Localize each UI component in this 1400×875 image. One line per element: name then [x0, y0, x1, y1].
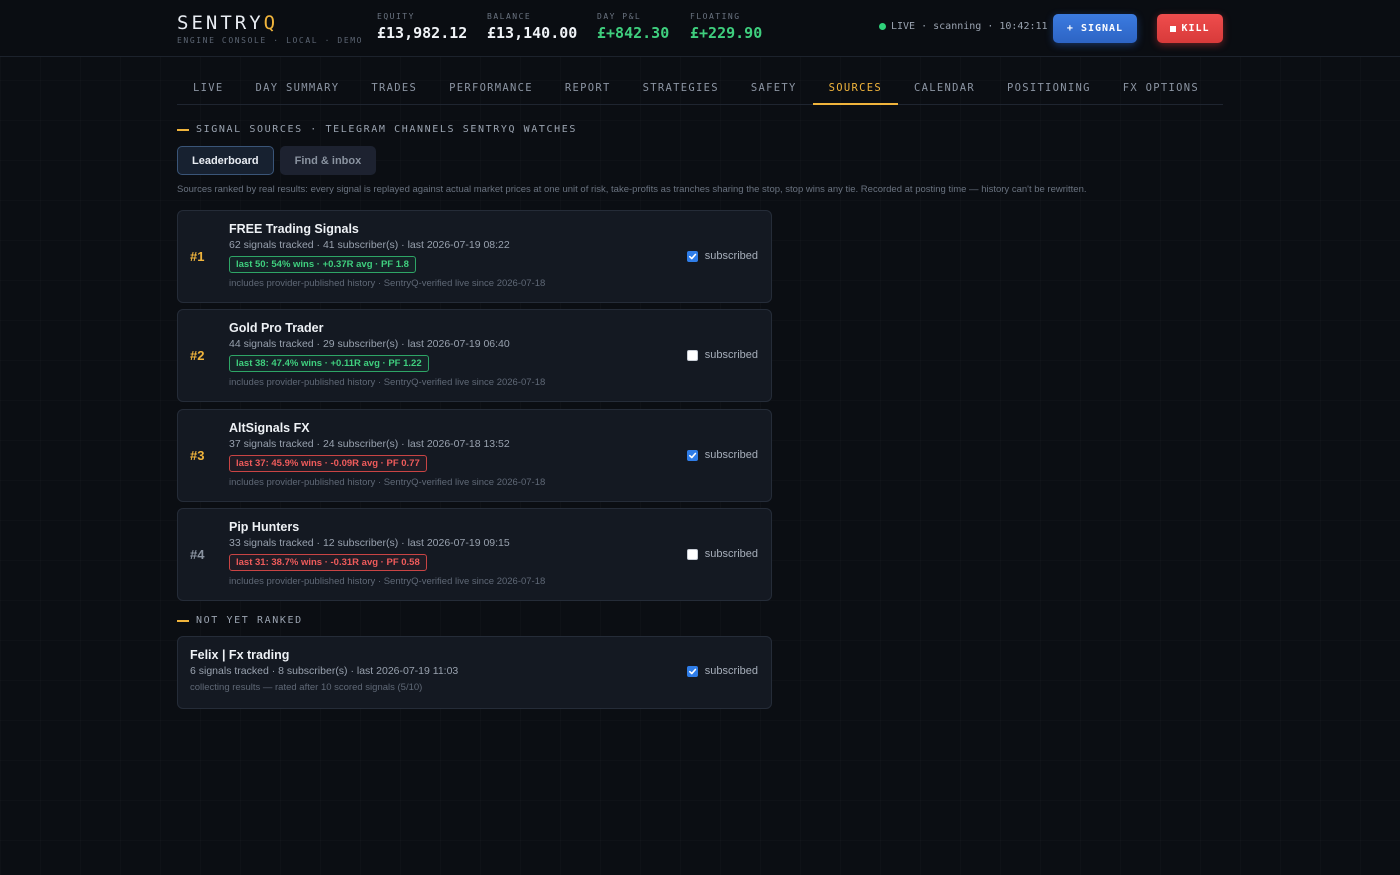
checkbox-checked-icon[interactable] [686, 449, 698, 461]
source-details: Felix | Fx trading 6 signals tracked · 8 … [190, 648, 458, 693]
subscribe-label: subscribed [704, 349, 758, 361]
subscribe-toggle[interactable]: subscribed [686, 449, 758, 461]
tab-trades[interactable]: TRADES [355, 72, 433, 105]
source-meta: 33 signals tracked · 12 subscriber(s) · … [229, 537, 510, 549]
source-note: includes provider-published history · Se… [229, 576, 546, 587]
subscribe-label: subscribed [704, 548, 758, 560]
tab-safety[interactable]: SAFETY [735, 72, 813, 105]
section-title: SIGNAL SOURCES · TELEGRAM CHANNELS SENTR… [196, 124, 578, 135]
subscribe-toggle[interactable]: subscribed [686, 250, 758, 262]
source-details: FREE Trading Signals 62 signals tracked ·… [229, 222, 545, 289]
checkbox-unchecked-icon[interactable] [686, 349, 698, 361]
source-details: Gold Pro Trader 44 signals tracked · 29 s… [229, 321, 545, 388]
source-rank: #1 [190, 249, 205, 264]
stat-equity: EQUITY £13,982.12 [377, 12, 467, 42]
section-description: Sources ranked by real results: every si… [177, 184, 1087, 195]
add-signal-button[interactable]: + SIGNAL [1053, 14, 1137, 43]
tab-fx-options[interactable]: FX OPTIONS [1107, 72, 1215, 105]
stat-label: EQUITY [377, 12, 415, 21]
source-card[interactable]: #4 Pip Hunters 33 signals tracked · 12 sub… [177, 508, 772, 601]
unranked-heading: NOT YET RANKED [177, 615, 303, 626]
heading-dash-icon [177, 128, 189, 131]
performance-badge: last 38: 47.4% wins · +0.11R avg · PF 1.… [229, 355, 429, 372]
source-meta: 6 signals tracked · 8 subscriber(s) · la… [190, 665, 459, 677]
tab-strategies[interactable]: STRATEGIES [627, 72, 735, 105]
unranked-card[interactable]: Felix | Fx trading 6 signals tracked · 8 … [177, 636, 772, 709]
brand-subtitle: ENGINE CONSOLE · LOCAL · DEMO [177, 36, 364, 45]
stat-value: £13,982.12 [377, 24, 468, 42]
section-heading: SIGNAL SOURCES · TELEGRAM CHANNELS SENTR… [177, 124, 577, 135]
source-note: collecting results — rated after 10 scor… [190, 682, 423, 693]
kill-button[interactable]: KILL [1157, 14, 1223, 43]
source-card[interactable]: #1 FREE Trading Signals 62 signals tracked… [177, 210, 772, 303]
performance-badge: last 50: 54% wins · +0.37R avg · PF 1.8 [229, 256, 416, 273]
source-rank: #3 [190, 448, 205, 463]
stop-icon [1170, 25, 1177, 32]
checkbox-checked-icon[interactable] [686, 250, 698, 262]
subscribe-toggle[interactable]: subscribed [686, 349, 758, 361]
subscribe-label: subscribed [704, 449, 758, 461]
subscribe-label: subscribed [704, 665, 758, 677]
source-meta: 37 signals tracked · 24 subscriber(s) · … [229, 438, 510, 450]
source-rank: #4 [190, 547, 205, 562]
brand: SENTRYQ ENGINE CONSOLE · LOCAL · DEMO [177, 12, 363, 45]
source-card[interactable]: #3 AltSignals FX 37 signals tracked · 24 s… [177, 409, 772, 502]
stat-label: FLOATING [690, 12, 741, 21]
source-name: Gold Pro Trader [229, 321, 324, 335]
source-card[interactable]: #2 Gold Pro Trader 44 signals tracked · 29… [177, 309, 772, 402]
stat-value: £+842.30 [597, 24, 670, 42]
brand-name: SENTRYQ [177, 12, 363, 34]
subtab-find-inbox[interactable]: Find & inbox [279, 146, 377, 175]
top-bar: SENTRYQ ENGINE CONSOLE · LOCAL · DEMO EQ… [0, 0, 1400, 57]
live-status: LIVE · scanning · 10:42:11 [879, 21, 1048, 32]
tab-live[interactable]: LIVE [177, 72, 240, 105]
source-name: Pip Hunters [229, 520, 300, 534]
subscribe-toggle[interactable]: subscribed [686, 665, 758, 677]
tab-day-summary[interactable]: DAY SUMMARY [240, 72, 356, 105]
performance-badge: last 37: 45.9% wins · -0.09R avg · PF 0.… [229, 455, 427, 472]
heading-dash-icon [177, 619, 189, 622]
stat-value: £+229.90 [690, 24, 763, 42]
stat-value: £13,140.00 [487, 24, 578, 42]
brand-name-main: SENTRY [177, 12, 264, 34]
live-dot-icon [879, 23, 886, 30]
unranked-title: NOT YET RANKED [196, 615, 303, 626]
source-rank: #2 [190, 348, 205, 363]
stat-balance: BALANCE £13,140.00 [487, 12, 577, 42]
tab-calendar[interactable]: CALENDAR [898, 72, 991, 105]
checkbox-checked-icon[interactable] [686, 665, 698, 677]
source-name: Felix | Fx trading [190, 648, 290, 662]
stat-label: BALANCE [487, 12, 532, 21]
brand-name-accent: Q [263, 12, 279, 34]
source-note: includes provider-published history · Se… [229, 278, 546, 289]
stat-label: DAY P&L [597, 12, 642, 21]
source-note: includes provider-published history · Se… [229, 377, 546, 388]
main-tabs: LIVE DAY SUMMARY TRADES PERFORMANCE REPORT ST… [177, 72, 1223, 105]
tab-report[interactable]: REPORT [549, 72, 627, 105]
source-name: FREE Trading Signals [229, 222, 359, 236]
tab-sources[interactable]: SOURCES [812, 72, 898, 105]
source-details: Pip Hunters 33 signals tracked · 12 subsc… [229, 520, 545, 587]
source-meta: 44 signals tracked · 29 subscriber(s) · … [229, 338, 510, 350]
performance-badge: last 31: 38.7% wins · -0.31R avg · PF 0.… [229, 554, 427, 571]
source-details: AltSignals FX 37 signals tracked · 24 sub… [229, 421, 545, 488]
subtabs: Leaderboard Find & inbox [177, 146, 377, 175]
source-name: AltSignals FX [229, 421, 310, 435]
stat-day-pnl: DAY P&L £+842.30 [597, 12, 669, 42]
subscribe-label: subscribed [704, 250, 758, 262]
source-meta: 62 signals tracked · 41 subscriber(s) · … [229, 239, 510, 251]
stat-floating: FLOATING £+229.90 [690, 12, 762, 42]
tab-performance[interactable]: PERFORMANCE [433, 72, 549, 105]
live-status-text: LIVE · scanning · 10:42:11 [891, 21, 1048, 32]
checkbox-unchecked-icon[interactable] [686, 548, 698, 560]
tab-positioning[interactable]: POSITIONING [991, 72, 1107, 105]
subscribe-toggle[interactable]: subscribed [686, 548, 758, 560]
source-note: includes provider-published history · Se… [229, 477, 546, 488]
kill-button-label: KILL [1181, 23, 1210, 34]
subtab-leaderboard[interactable]: Leaderboard [177, 146, 274, 175]
